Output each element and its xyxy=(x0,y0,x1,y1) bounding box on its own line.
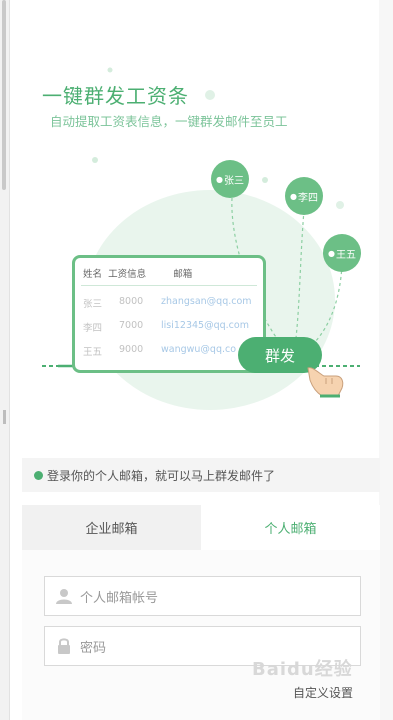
tab-personal-mail[interactable]: 个人邮箱 xyxy=(201,505,380,550)
email-account-placeholder: 个人邮箱帐号 xyxy=(80,590,159,606)
cell-salary: 9000 xyxy=(119,344,144,355)
deco-dot xyxy=(205,90,215,100)
person-icon: ● xyxy=(216,174,223,184)
person-icon: ● xyxy=(328,248,335,258)
email-account-field[interactable]: 个人邮箱帐号 xyxy=(44,576,361,616)
mail-type-tabs: 企业邮箱 个人邮箱 xyxy=(22,505,380,550)
header-divider xyxy=(81,285,257,286)
hero-title: 一键群发工资条 xyxy=(42,84,189,108)
deco-dot xyxy=(262,177,268,183)
deco-dot xyxy=(336,201,344,209)
table-header: 姓名 工资信息 邮箱 xyxy=(83,266,192,280)
header-salary: 工资信息 xyxy=(108,269,147,280)
recipient-name: 张三 xyxy=(223,175,244,187)
person-icon: ● xyxy=(290,191,297,201)
recipient-bubble: ● 王五 xyxy=(323,234,361,272)
recipient-bubble: ● 李四 xyxy=(285,177,323,215)
header-name: 姓名 xyxy=(83,269,103,280)
cell-name: 李四 xyxy=(83,323,103,334)
custom-settings-link[interactable]: 自定义设置 xyxy=(293,684,353,701)
cell-email: wangwu@qq.co xyxy=(161,344,237,355)
deco-dot xyxy=(107,67,113,73)
watermark: Baidu经验 xyxy=(252,659,353,680)
deco-dot xyxy=(92,157,98,163)
cell-email: lisi12345@qq.com xyxy=(161,320,249,331)
user-icon xyxy=(56,589,72,604)
notice-text: 登录你的个人邮箱，就可以马上群发邮件了 xyxy=(47,468,276,483)
notice-dot-icon xyxy=(34,470,43,480)
pointing-hand-icon xyxy=(307,367,344,398)
cell-email: zhangsan@qq.com xyxy=(161,296,252,307)
login-notice: 登录你的个人邮箱，就可以马上群发邮件了 xyxy=(22,458,380,492)
password-placeholder: 密码 xyxy=(80,640,107,656)
lock-icon xyxy=(58,638,70,654)
recipient-bubble: ● 张三 xyxy=(211,160,249,198)
tab-enterprise-mail[interactable]: 企业邮箱 xyxy=(22,505,201,550)
hero-subtitle: 自动提取工资表信息，一键群发邮件至员工 xyxy=(50,114,288,129)
salary-table-card: 姓名 工资信息 邮箱 张三 8000 zhangsan@qq.com 李四 70… xyxy=(72,255,266,373)
header-email: 邮箱 xyxy=(173,269,193,280)
cell-name: 王五 xyxy=(83,347,103,358)
recipient-name: 李四 xyxy=(297,192,318,204)
recipient-name: 王五 xyxy=(335,249,356,261)
cell-name: 张三 xyxy=(83,299,103,310)
cell-salary: 8000 xyxy=(119,296,144,307)
cell-salary: 7000 xyxy=(119,320,144,331)
